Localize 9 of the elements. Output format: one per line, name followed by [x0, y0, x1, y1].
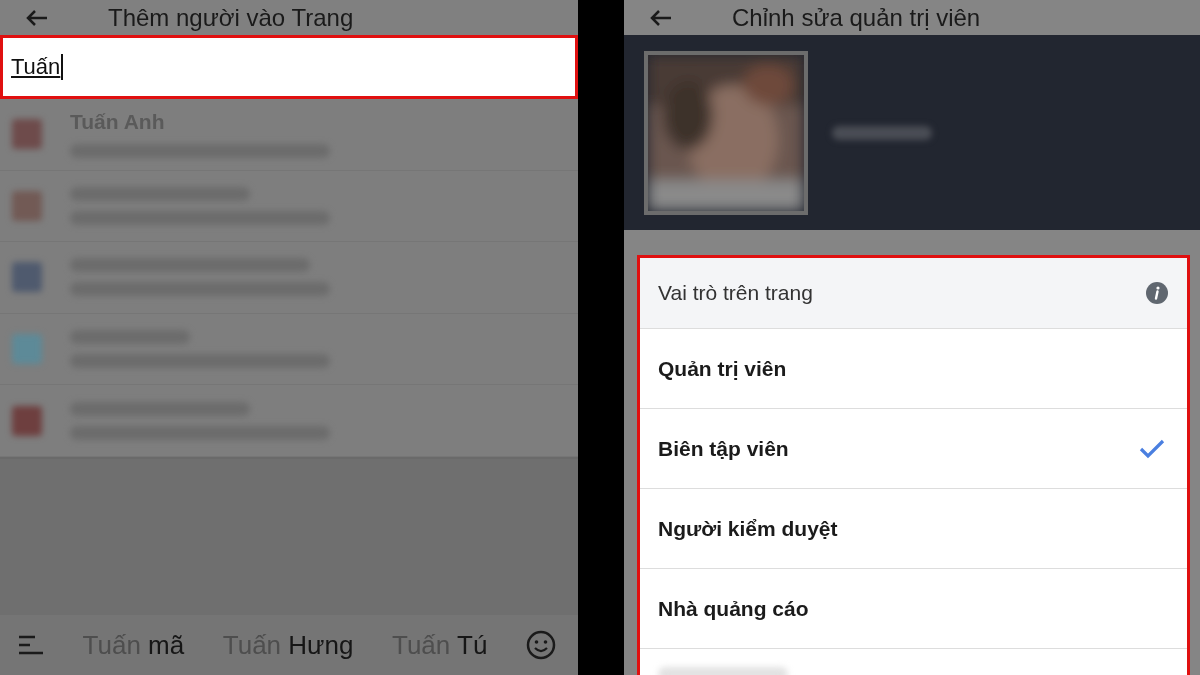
screen-title: Chỉnh sửa quản trị viên: [732, 5, 981, 30]
search-field[interactable]: Tuấn: [0, 35, 578, 99]
back-arrow-icon[interactable]: [650, 9, 672, 26]
menu-icon[interactable]: [18, 635, 44, 655]
section-heading: Vai trò trên trang: [658, 281, 813, 305]
back-arrow-icon[interactable]: [26, 9, 48, 26]
emoji-icon[interactable]: [525, 630, 556, 660]
info-icon[interactable]: [1145, 281, 1169, 305]
screen-title: Thêm người vào Trang: [108, 5, 354, 30]
